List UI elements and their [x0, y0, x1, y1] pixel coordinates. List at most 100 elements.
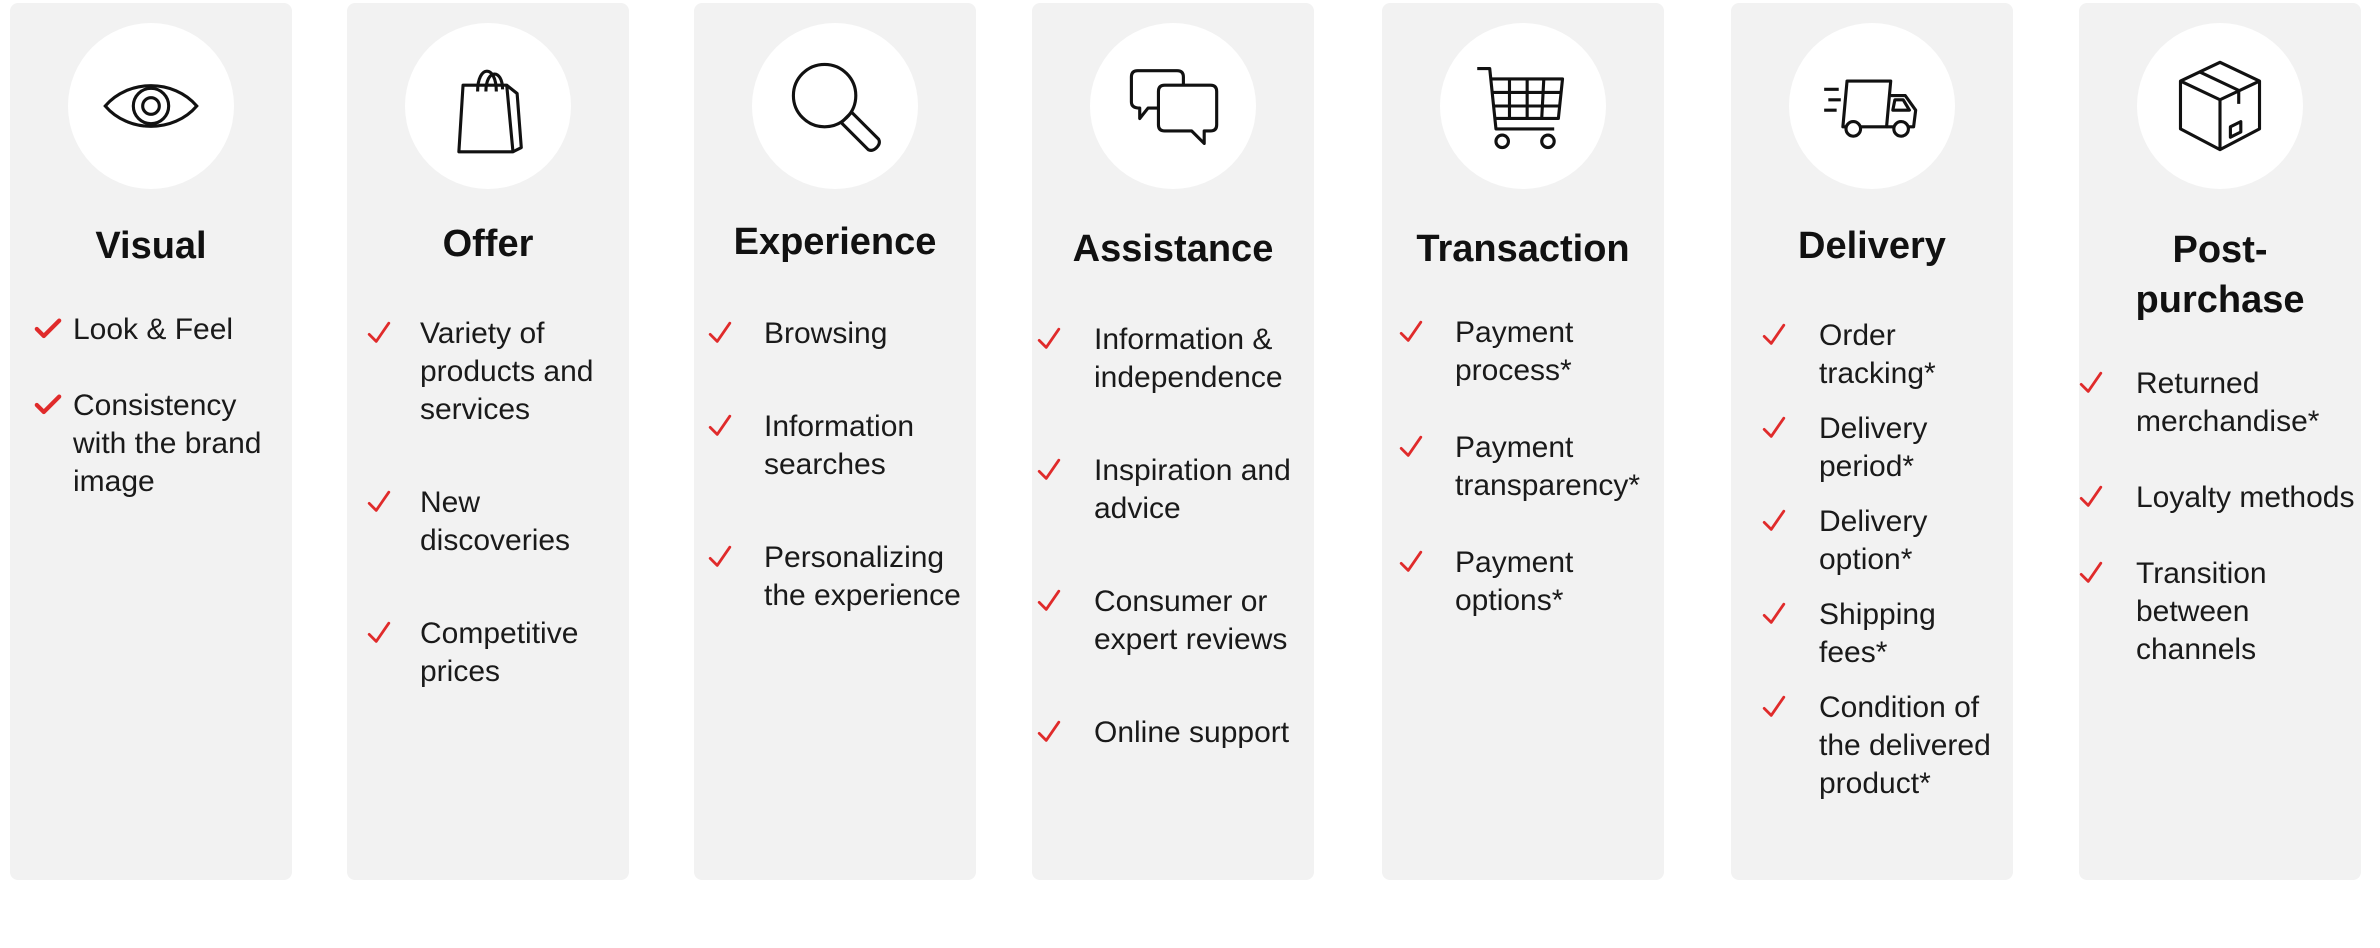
list-item: New discoveries	[347, 484, 629, 560]
column-experience: Experience Browsing Information searches…	[694, 3, 976, 880]
list-item: Browsing	[694, 315, 976, 353]
check-icon	[1397, 318, 1425, 346]
item-text: Delivery option*	[1819, 505, 1928, 576]
item-text: Condition of the delivered product*	[1819, 691, 1991, 800]
item-text: Delivery period*	[1819, 412, 1928, 483]
check-icon	[365, 319, 393, 347]
item-text: Variety of products and services	[420, 317, 594, 426]
item-text: Competitive prices	[420, 617, 579, 688]
item-text: Consistency with the brand image	[73, 389, 262, 498]
item-text: Transition between channels	[2136, 557, 2267, 666]
column-delivery: Delivery Order tracking* Delivery period…	[1731, 3, 2013, 880]
eye-icon	[103, 84, 199, 128]
shopping-bag-icon	[457, 69, 523, 154]
check-icon	[365, 488, 393, 516]
column-visual: Visual Look & Feel Consistency with the …	[10, 3, 292, 880]
item-list: Order tracking* Delivery period* Deliver…	[1731, 317, 2013, 803]
column-offer: Offer Variety of products and services N…	[347, 3, 629, 880]
list-item: Delivery period*	[1731, 410, 2013, 486]
item-text: Payment options*	[1455, 546, 1574, 617]
column-title: Offer	[442, 223, 534, 265]
check-icon	[1035, 325, 1063, 353]
magnifier-icon	[791, 62, 881, 152]
icon-circle	[1789, 23, 1955, 189]
list-item: Consistency with the brand image	[10, 387, 292, 501]
check-icon	[1760, 321, 1788, 349]
item-text: Browsing	[764, 317, 888, 350]
item-text: Order tracking*	[1819, 319, 1936, 390]
list-item: Loyalty methods	[2079, 479, 2361, 517]
item-text: New discoveries	[420, 486, 571, 557]
list-item: Consumer or expert reviews	[1032, 583, 1314, 659]
list-item: Shipping fees*	[1731, 596, 2013, 672]
list-item: Look & Feel	[10, 311, 292, 349]
column-title: Delivery	[1798, 225, 1946, 267]
item-text: Shipping fees*	[1819, 598, 1936, 669]
check-icon	[1760, 600, 1788, 628]
item-text: Inspiration and advice	[1094, 454, 1291, 525]
icon-circle	[405, 23, 571, 189]
item-text: Information searches	[764, 410, 915, 481]
shopping-cart-icon	[1477, 67, 1565, 150]
item-text: Information & independence	[1094, 323, 1283, 394]
list-item: Payment transparency*	[1382, 429, 1664, 505]
item-text: Online support	[1094, 716, 1290, 749]
check-icon	[1760, 414, 1788, 442]
column-assistance: Assistance Information & independence In…	[1032, 3, 1314, 880]
list-item: Online support	[1032, 714, 1314, 752]
package-box-icon	[2178, 60, 2262, 152]
list-item: Transition between channels	[2079, 555, 2361, 669]
chat-bubbles-icon	[1129, 69, 1219, 145]
list-item: Personalizing the experience	[694, 539, 976, 615]
check-icon	[1035, 456, 1063, 484]
item-list: Browsing Information searches Personaliz…	[694, 315, 976, 615]
list-item: Payment options*	[1382, 544, 1664, 620]
icon-circle	[1090, 23, 1256, 189]
list-item: Information searches	[694, 408, 976, 484]
item-text: Look & Feel	[73, 313, 234, 346]
item-text: Payment transparency*	[1455, 431, 1641, 502]
check-icon	[365, 619, 393, 647]
check-icon	[706, 412, 734, 440]
list-item: Condition of the delivered product*	[1731, 689, 2013, 803]
check-icon	[1035, 718, 1063, 746]
column-title: Experience	[733, 221, 937, 263]
item-list: Variety of products and services New dis…	[347, 315, 629, 691]
column-transaction: Transaction Payment process* Payment tra…	[1382, 3, 1664, 880]
icon-circle	[752, 23, 918, 189]
check-icon	[2077, 559, 2105, 587]
item-text: Loyalty methods	[2136, 481, 2355, 514]
icon-circle	[68, 23, 234, 189]
list-item: Payment process*	[1382, 314, 1664, 390]
column-title: Visual	[95, 225, 207, 267]
list-item: Variety of products and services	[347, 315, 629, 429]
check-icon	[34, 391, 62, 419]
item-list: Payment process* Payment transparency* P…	[1382, 314, 1664, 620]
column-title: Transaction	[1416, 228, 1630, 270]
list-item: Returned merchandise*	[2079, 365, 2361, 441]
column-post-purchase: Post-purchase Returned merchandise* Loya…	[2079, 3, 2361, 880]
check-icon	[1397, 433, 1425, 461]
list-item: Order tracking*	[1731, 317, 2013, 393]
column-title: Assistance	[1072, 228, 1274, 270]
icon-circle	[2137, 23, 2303, 189]
check-icon	[34, 315, 62, 343]
column-title: Post-purchase	[2135, 229, 2305, 321]
item-text: Personalizing the experience	[764, 541, 961, 612]
check-icon	[1397, 548, 1425, 576]
icon-circle	[1440, 23, 1606, 189]
check-icon	[706, 319, 734, 347]
check-icon	[2077, 369, 2105, 397]
item-text: Returned merchandise*	[2136, 367, 2320, 438]
list-item: Information & independence	[1032, 321, 1314, 397]
check-icon	[1035, 587, 1063, 615]
item-list: Returned merchandise* Loyalty methods Tr…	[2079, 365, 2361, 669]
check-icon	[1760, 507, 1788, 535]
item-text: Consumer or expert reviews	[1094, 585, 1288, 656]
check-icon	[2077, 483, 2105, 511]
item-list: Look & Feel Consistency with the brand i…	[10, 311, 292, 501]
check-icon	[706, 543, 734, 571]
list-item: Delivery option*	[1731, 503, 2013, 579]
item-text: Payment process*	[1455, 316, 1574, 387]
item-list: Information & independence Inspiration a…	[1032, 321, 1314, 752]
